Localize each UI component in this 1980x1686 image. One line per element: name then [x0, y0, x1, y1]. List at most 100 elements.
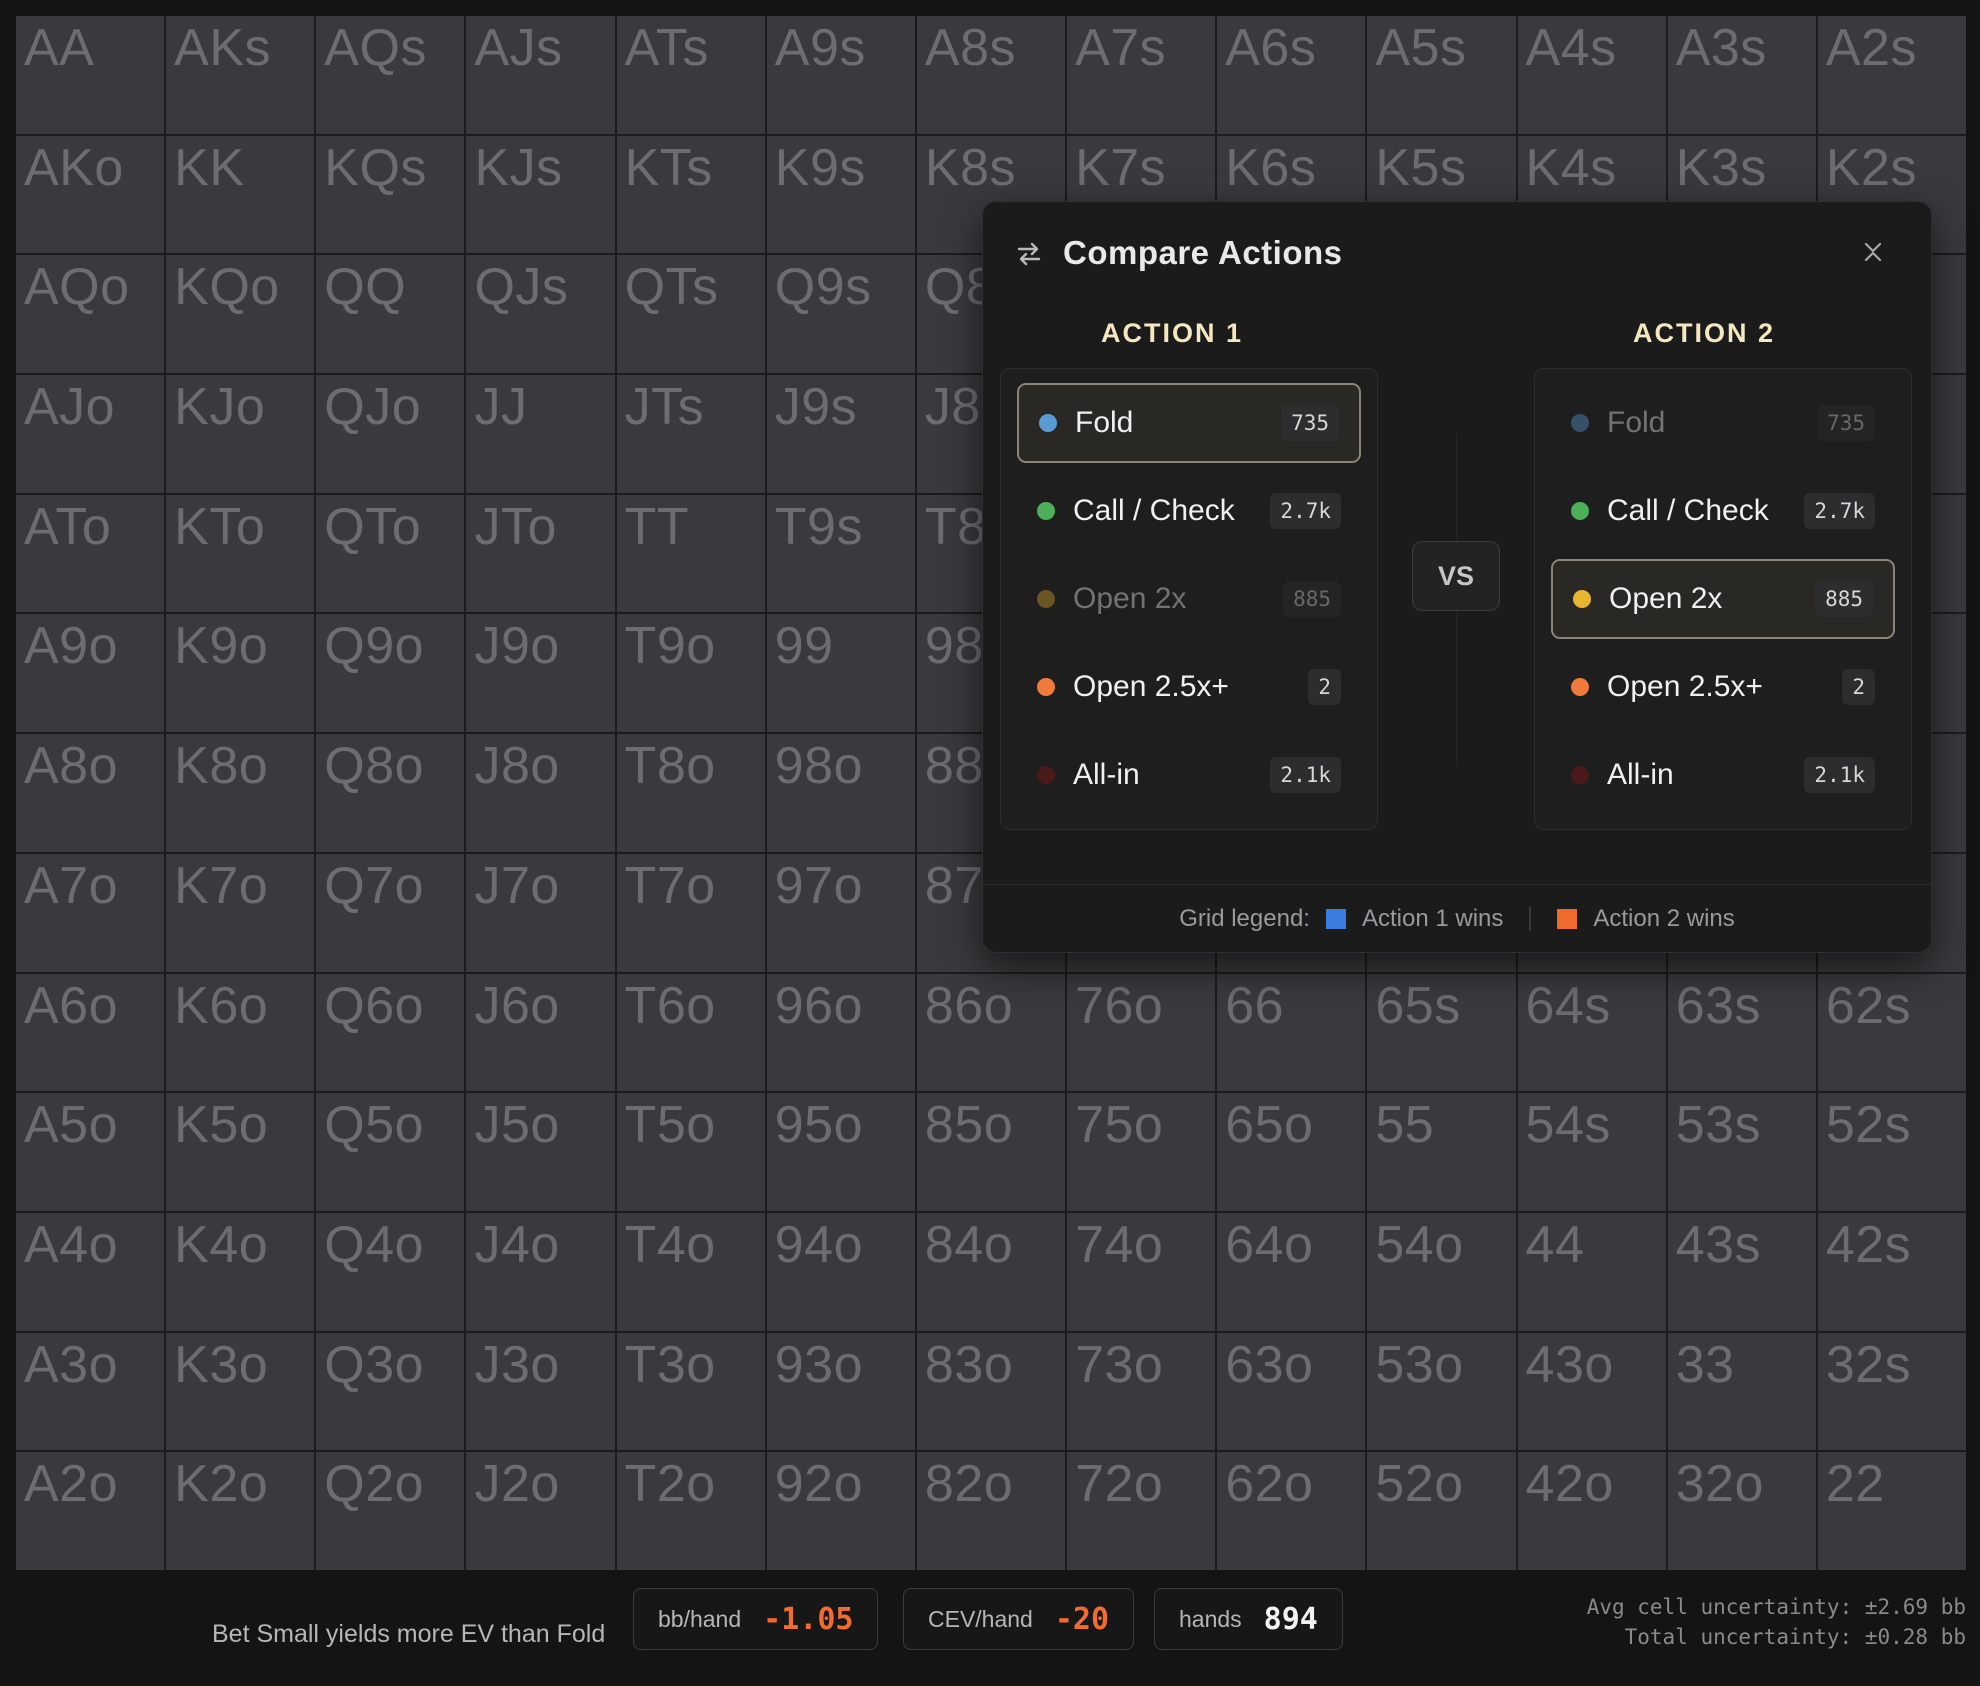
- hand-cell[interactable]: K5o: [166, 1093, 315, 1211]
- hand-cell[interactable]: AKs: [166, 16, 315, 134]
- hand-cell[interactable]: K4o: [166, 1212, 315, 1331]
- hand-cell[interactable]: K9s: [766, 135, 915, 254]
- hand-cell[interactable]: A5s: [1367, 16, 1516, 134]
- hand-cell[interactable]: 86o: [916, 973, 1066, 1092]
- hand-cell[interactable]: ATo: [16, 494, 165, 613]
- hand-cell[interactable]: 54o: [1367, 1212, 1516, 1331]
- close-icon[interactable]: [1861, 240, 1885, 264]
- hand-cell[interactable]: T7o: [616, 853, 765, 972]
- hand-cell[interactable]: J7o: [466, 853, 615, 972]
- action1-option-fold[interactable]: Fold 735: [1017, 383, 1361, 463]
- action2-option-open-2x[interactable]: Open 2x 885: [1551, 559, 1895, 639]
- hand-cell[interactable]: 82o: [916, 1452, 1066, 1570]
- hand-cell[interactable]: A6o: [16, 973, 165, 1092]
- hand-cell[interactable]: A2o: [16, 1452, 165, 1570]
- hand-cell[interactable]: KQo: [166, 255, 315, 374]
- hand-cell[interactable]: J9o: [466, 614, 615, 733]
- hand-cell[interactable]: 42o: [1517, 1452, 1666, 1570]
- hand-cell[interactable]: T4o: [616, 1212, 765, 1331]
- hand-cell[interactable]: 53o: [1367, 1332, 1516, 1451]
- hand-cell[interactable]: 85o: [916, 1093, 1066, 1211]
- hand-cell[interactable]: 64s: [1517, 973, 1666, 1092]
- hand-cell[interactable]: Q3o: [316, 1332, 465, 1451]
- hand-cell[interactable]: J2o: [466, 1452, 615, 1570]
- hand-cell[interactable]: KTo: [166, 494, 315, 613]
- hand-cell[interactable]: A9s: [766, 16, 915, 134]
- hand-cell[interactable]: TT: [616, 494, 765, 613]
- hand-cell[interactable]: A6s: [1217, 16, 1366, 134]
- hand-cell[interactable]: 33: [1667, 1332, 1816, 1451]
- hand-cell[interactable]: AA: [16, 16, 165, 134]
- hand-cell[interactable]: T3o: [616, 1332, 765, 1451]
- hand-cell[interactable]: J6o: [466, 973, 615, 1092]
- hand-cell[interactable]: 32o: [1667, 1452, 1816, 1570]
- hand-cell[interactable]: JTo: [466, 494, 615, 613]
- hand-cell[interactable]: 52s: [1817, 1093, 1966, 1211]
- hand-cell[interactable]: QTo: [316, 494, 465, 613]
- hand-cell[interactable]: A7s: [1067, 16, 1216, 134]
- hand-cell[interactable]: T9s: [766, 494, 915, 613]
- hand-cell[interactable]: JTs: [616, 375, 765, 493]
- hand-cell[interactable]: 63s: [1667, 973, 1816, 1092]
- hand-cell[interactable]: J8o: [466, 734, 615, 852]
- hand-cell[interactable]: QQ: [316, 255, 465, 374]
- hand-cell[interactable]: 44: [1517, 1212, 1666, 1331]
- hand-cell[interactable]: Q2o: [316, 1452, 465, 1570]
- hand-cell[interactable]: 73o: [1067, 1332, 1216, 1451]
- hand-cell[interactable]: 62o: [1217, 1452, 1366, 1570]
- hand-cell[interactable]: 64o: [1217, 1212, 1366, 1331]
- hand-cell[interactable]: A3s: [1667, 16, 1816, 134]
- hand-cell[interactable]: 65s: [1367, 973, 1516, 1092]
- hand-cell[interactable]: K2o: [166, 1452, 315, 1570]
- hand-cell[interactable]: 42s: [1817, 1212, 1966, 1331]
- hand-cell[interactable]: J5o: [466, 1093, 615, 1211]
- action1-option-open-2-5x[interactable]: Open 2.5x+ 2: [1017, 647, 1361, 727]
- hand-cell[interactable]: AKo: [16, 135, 165, 254]
- hand-cell[interactable]: Q8o: [316, 734, 465, 852]
- action2-option-fold[interactable]: Fold 735: [1551, 383, 1895, 463]
- hand-cell[interactable]: T2o: [616, 1452, 765, 1570]
- hand-cell[interactable]: 98o: [766, 734, 915, 852]
- hand-cell[interactable]: KQs: [316, 135, 465, 254]
- hand-cell[interactable]: 74o: [1067, 1212, 1216, 1331]
- hand-cell[interactable]: 53s: [1667, 1093, 1816, 1211]
- hand-cell[interactable]: A9o: [16, 614, 165, 733]
- hand-cell[interactable]: 93o: [766, 1332, 915, 1451]
- hand-cell[interactable]: A8s: [916, 16, 1066, 134]
- hand-cell[interactable]: 76o: [1067, 973, 1216, 1092]
- hand-cell[interactable]: 83o: [916, 1332, 1066, 1451]
- hand-cell[interactable]: AQs: [316, 16, 465, 134]
- hand-cell[interactable]: 65o: [1217, 1093, 1366, 1211]
- hand-cell[interactable]: ATs: [616, 16, 765, 134]
- hand-cell[interactable]: J9s: [766, 375, 915, 493]
- hand-cell[interactable]: 43o: [1517, 1332, 1666, 1451]
- hand-cell[interactable]: 95o: [766, 1093, 915, 1211]
- hand-cell[interactable]: QTs: [616, 255, 765, 374]
- hand-cell[interactable]: 94o: [766, 1212, 915, 1331]
- hand-cell[interactable]: K3o: [166, 1332, 315, 1451]
- hand-cell[interactable]: T8o: [616, 734, 765, 852]
- hand-cell[interactable]: 52o: [1367, 1452, 1516, 1570]
- hand-cell[interactable]: 32s: [1817, 1332, 1966, 1451]
- hand-cell[interactable]: AQo: [16, 255, 165, 374]
- hand-cell[interactable]: 22: [1817, 1452, 1966, 1570]
- hand-cell[interactable]: A5o: [16, 1093, 165, 1211]
- hand-cell[interactable]: A7o: [16, 853, 165, 972]
- action1-option-open-2x[interactable]: Open 2x 885: [1017, 559, 1361, 639]
- hand-cell[interactable]: KJs: [466, 135, 615, 254]
- hand-cell[interactable]: 54s: [1517, 1093, 1666, 1211]
- hand-cell[interactable]: Q7o: [316, 853, 465, 972]
- hand-cell[interactable]: 66: [1217, 973, 1366, 1092]
- action1-option-call-check[interactable]: Call / Check 2.7k: [1017, 471, 1361, 551]
- action2-option-open-2-5x[interactable]: Open 2.5x+ 2: [1551, 647, 1895, 727]
- action2-option-all-in[interactable]: All-in 2.1k: [1551, 735, 1895, 815]
- hand-cell[interactable]: 55: [1367, 1093, 1516, 1211]
- hand-cell[interactable]: K9o: [166, 614, 315, 733]
- hand-cell[interactable]: K8o: [166, 734, 315, 852]
- hand-cell[interactable]: T5o: [616, 1093, 765, 1211]
- hand-cell[interactable]: Q9s: [766, 255, 915, 374]
- hand-cell[interactable]: 84o: [916, 1212, 1066, 1331]
- hand-cell[interactable]: KK: [166, 135, 315, 254]
- hand-cell[interactable]: AJs: [466, 16, 615, 134]
- hand-cell[interactable]: 43s: [1667, 1212, 1816, 1331]
